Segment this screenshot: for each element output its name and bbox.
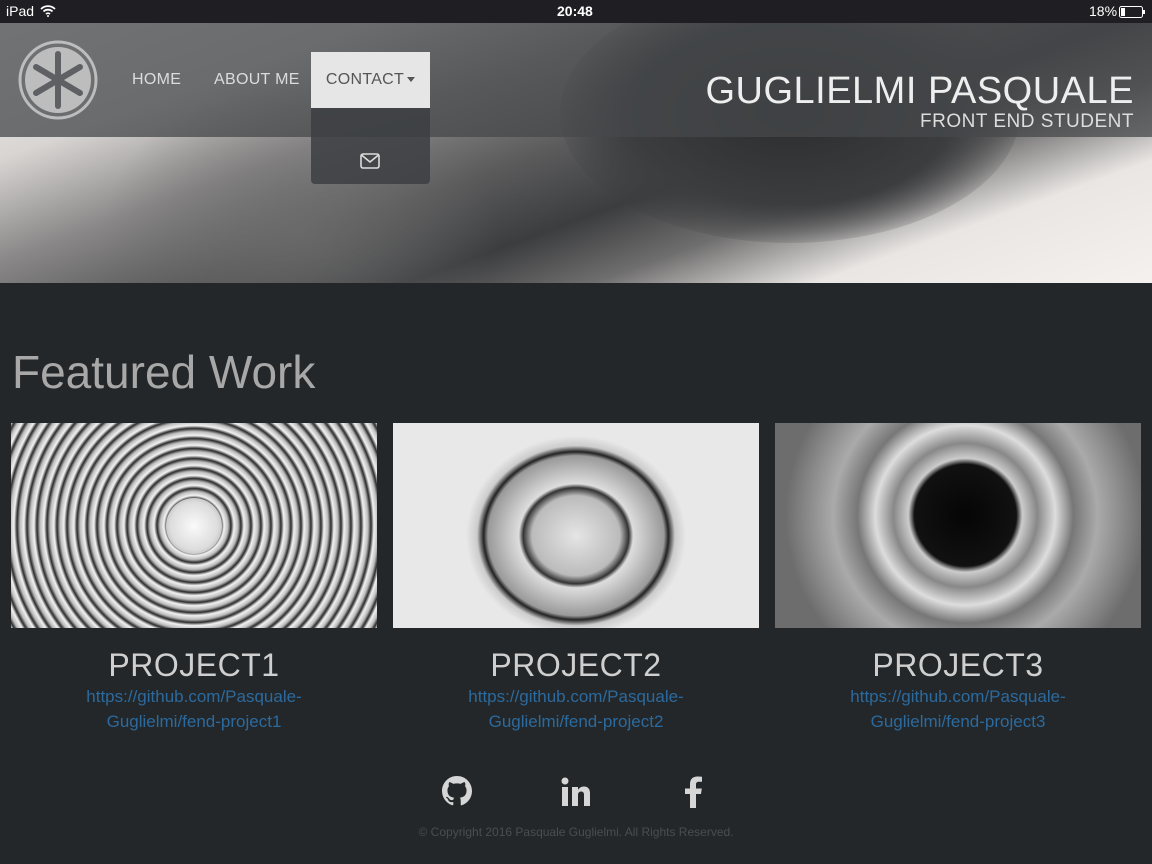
project-card-1: PROJECT1 https://github.com/Pasquale-Gug… bbox=[11, 423, 377, 734]
project-card-2: PROJECT2 https://github.com/Pasquale-Gug… bbox=[393, 423, 759, 734]
battery-percent: 18% bbox=[1089, 3, 1118, 19]
project1-image[interactable] bbox=[11, 423, 377, 628]
project-title: PROJECT2 bbox=[490, 647, 662, 683]
navbar: HOME ABOUT ME CONTACT GUGLIELMI PASQUALE… bbox=[0, 23, 1152, 137]
facebook-icon[interactable] bbox=[684, 776, 704, 808]
project-title: PROJECT1 bbox=[108, 647, 280, 683]
project-link[interactable]: https://github.com/Pasquale-Guglielmi/fe… bbox=[775, 684, 1141, 734]
battery-icon bbox=[1119, 6, 1145, 18]
owner-subtitle: FRONT END STUDENT bbox=[920, 111, 1134, 132]
project-link[interactable]: https://github.com/Pasquale-Guglielmi/fe… bbox=[11, 684, 377, 734]
envelope-icon[interactable] bbox=[360, 153, 380, 169]
status-bar: iPad 20:48 18% bbox=[0, 0, 1152, 23]
wifi-icon bbox=[40, 5, 56, 17]
device-label: iPad bbox=[6, 3, 35, 19]
nav-home[interactable]: HOME bbox=[132, 52, 181, 108]
caret-down-icon bbox=[407, 77, 416, 83]
project3-image[interactable] bbox=[775, 423, 1141, 628]
project-card-3: PROJECT3 https://github.com/Pasquale-Gug… bbox=[775, 423, 1141, 734]
project2-image[interactable] bbox=[393, 423, 759, 628]
owner-name: GUGLIELMI PASQUALE bbox=[705, 70, 1134, 112]
site-title: GUGLIELMI PASQUALE FRONT END STUDENT bbox=[705, 71, 1134, 133]
nav-contact-label: CONTACT bbox=[325, 71, 405, 88]
copyright: © Copyright 2016 Pasquale Guglielmi. All… bbox=[418, 825, 734, 839]
project-link[interactable]: https://github.com/Pasquale-Guglielmi/fe… bbox=[393, 684, 759, 734]
linkedin-icon[interactable] bbox=[560, 776, 592, 808]
featured-work-heading: Featured Work bbox=[12, 346, 316, 398]
nav-about-me[interactable]: ABOUT ME bbox=[214, 52, 300, 108]
logo-wrench-icon[interactable] bbox=[18, 40, 98, 120]
project-title: PROJECT3 bbox=[872, 647, 1044, 683]
contact-dropdown-menu bbox=[311, 108, 430, 184]
github-icon[interactable] bbox=[442, 776, 472, 806]
clock: 20:48 bbox=[557, 3, 593, 19]
nav-contact-dropdown[interactable]: CONTACT bbox=[311, 52, 430, 108]
